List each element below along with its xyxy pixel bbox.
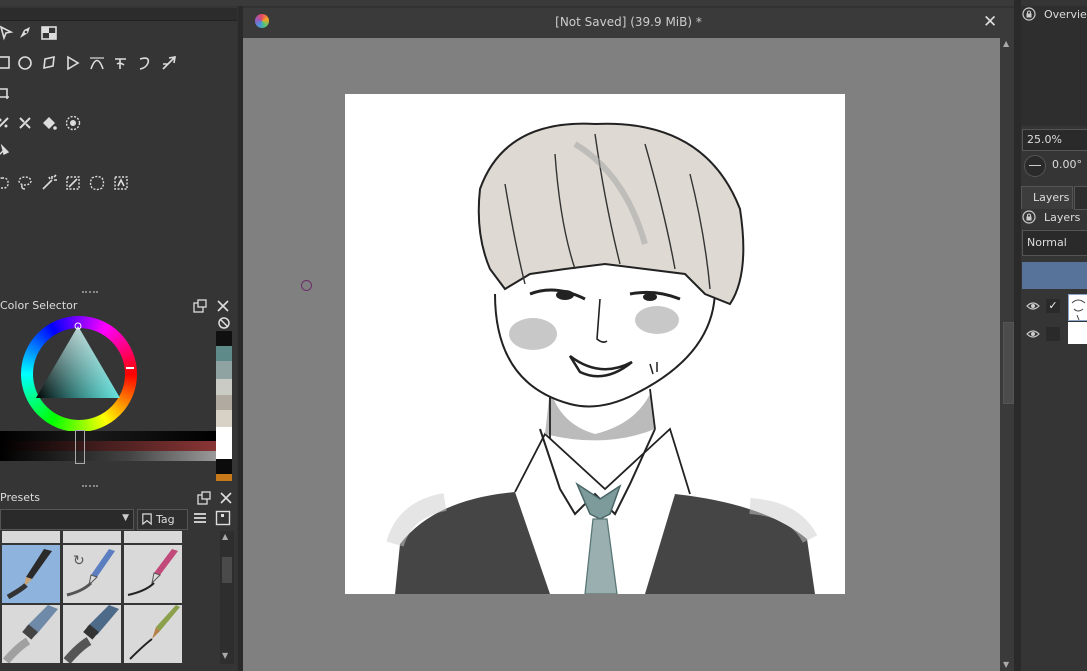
crop-icon[interactable] — [0, 84, 12, 102]
hue-slider[interactable] — [0, 441, 216, 451]
fill-icon[interactable] — [40, 114, 58, 132]
layer-thumbnail[interactable] — [1068, 322, 1087, 344]
tab-layers[interactable]: Layers — [1021, 186, 1073, 209]
toolbox-header — [0, 8, 237, 21]
brush-preset[interactable] — [124, 531, 182, 543]
splitter-grip[interactable] — [82, 485, 98, 490]
dynamic-brush-icon[interactable] — [136, 54, 154, 72]
brush-preset[interactable] — [2, 531, 60, 543]
checkmark-icon[interactable]: ✓ — [1046, 299, 1060, 313]
select-shapes-icon[interactable] — [0, 24, 16, 42]
polyline-icon[interactable] — [64, 54, 82, 72]
scroll-down-icon[interactable]: ▼ — [222, 651, 228, 660]
preset-filter-combo[interactable]: ▼ — [0, 509, 134, 530]
color-selector-title: Color Selector — [0, 299, 78, 312]
swatch[interactable] — [216, 427, 232, 459]
saturation-slider[interactable] — [0, 451, 216, 461]
swatch[interactable] — [216, 331, 232, 346]
brush-cursor — [301, 280, 312, 291]
eye-icon[interactable] — [1026, 300, 1040, 312]
bookmark-icon — [142, 512, 152, 532]
brush-preset-selected[interactable] — [2, 545, 60, 603]
swatch[interactable] — [216, 474, 232, 481]
rotation-value[interactable]: 0.00° — [1052, 158, 1082, 171]
ellipse-icon[interactable] — [16, 54, 34, 72]
polygon-icon[interactable] — [40, 54, 58, 72]
lock-icon[interactable] — [1022, 210, 1036, 224]
brush-preset[interactable]: ↻ — [63, 545, 121, 603]
magic-wand-icon[interactable] — [40, 174, 58, 192]
freehand-path-icon[interactable] — [112, 54, 130, 72]
float-docker-icon[interactable] — [193, 299, 207, 313]
bezier-icon[interactable] — [88, 54, 106, 72]
smart-patch-icon[interactable] — [16, 114, 34, 132]
brush-preset[interactable] — [63, 531, 121, 543]
layer-checkbox[interactable] — [1046, 327, 1060, 341]
rectangle-icon[interactable] — [0, 54, 12, 72]
view-mode-icon[interactable] — [215, 510, 231, 526]
brush-preset[interactable] — [124, 545, 182, 603]
scroll-up-icon[interactable]: ▲ — [222, 532, 228, 541]
lasso-select-icon[interactable] — [16, 174, 34, 192]
layer-thumbnail[interactable] — [1068, 294, 1087, 321]
chevron-down-icon: ▼ — [122, 513, 129, 523]
hue-marker[interactable] — [126, 367, 134, 369]
close-window-icon[interactable]: ✕ — [983, 12, 997, 32]
elliptical-select-icon[interactable] — [0, 174, 12, 192]
scroll-down-icon[interactable]: ▼ — [1003, 660, 1009, 669]
eye-icon[interactable] — [1026, 328, 1040, 340]
layers-title: Layers — [1044, 211, 1081, 224]
swatch[interactable] — [216, 459, 232, 474]
blend-mode-select[interactable]: Normal — [1022, 230, 1087, 256]
swatch[interactable] — [216, 395, 232, 410]
close-docker-icon[interactable] — [219, 491, 233, 505]
svg-text:↻: ↻ — [73, 553, 85, 569]
bezier-select-icon[interactable] — [88, 174, 106, 192]
presets-scroll-thumb[interactable] — [222, 557, 232, 583]
presets-scrollbar[interactable]: ▲ ▼ — [220, 531, 234, 664]
tag-button[interactable]: Tag — [137, 509, 188, 530]
zoom-field[interactable]: 25.0% — [1022, 129, 1087, 151]
slider-handle[interactable] — [75, 430, 85, 464]
multibrush-icon[interactable] — [160, 54, 178, 72]
float-docker-icon[interactable] — [197, 491, 211, 505]
drawing-canvas[interactable] — [345, 94, 845, 594]
scroll-up-icon[interactable]: ▲ — [1003, 39, 1009, 48]
menu-icon[interactable] — [192, 510, 208, 526]
brush-preset[interactable] — [63, 605, 121, 663]
brush-preset[interactable] — [2, 605, 60, 663]
measure-icon[interactable] — [0, 142, 12, 160]
splitter-grip[interactable] — [82, 291, 98, 296]
swatch[interactable] — [216, 379, 232, 395]
brush-preset[interactable] — [124, 605, 182, 663]
magnetic-select-icon[interactable] — [112, 174, 130, 192]
swatch[interactable] — [216, 346, 232, 361]
document-title: [Not Saved] (39.9 MiB) * — [555, 15, 702, 29]
layer-preview-strip — [1022, 262, 1087, 289]
colorize-icon[interactable] — [0, 114, 12, 132]
lock-icon[interactable] — [1022, 7, 1036, 21]
sketch-illustration — [386, 122, 818, 594]
presets-title: Presets — [0, 491, 41, 504]
rotation-dial[interactable] — [1024, 155, 1046, 177]
overview-title: Overview — [1044, 8, 1087, 21]
overview-panel — [1021, 6, 1087, 126]
layers-tab-label: Layers — [1033, 191, 1070, 204]
similar-select-icon[interactable] — [64, 174, 82, 192]
tab-next[interactable] — [1074, 186, 1087, 210]
sv-triangle[interactable] — [36, 322, 124, 402]
edit-shapes-icon[interactable] — [16, 24, 34, 42]
no-color-icon[interactable] — [217, 316, 231, 330]
dock-splitter[interactable] — [1014, 0, 1021, 671]
canvas-scroll-thumb[interactable] — [1003, 322, 1014, 404]
gradient-icon[interactable] — [64, 114, 82, 132]
calligraphy-icon[interactable] — [40, 24, 58, 42]
swatch[interactable] — [216, 410, 232, 427]
swatch[interactable] — [216, 361, 232, 379]
close-docker-icon[interactable] — [216, 299, 230, 313]
tag-label: Tag — [156, 513, 175, 526]
value-slider[interactable] — [0, 431, 216, 441]
